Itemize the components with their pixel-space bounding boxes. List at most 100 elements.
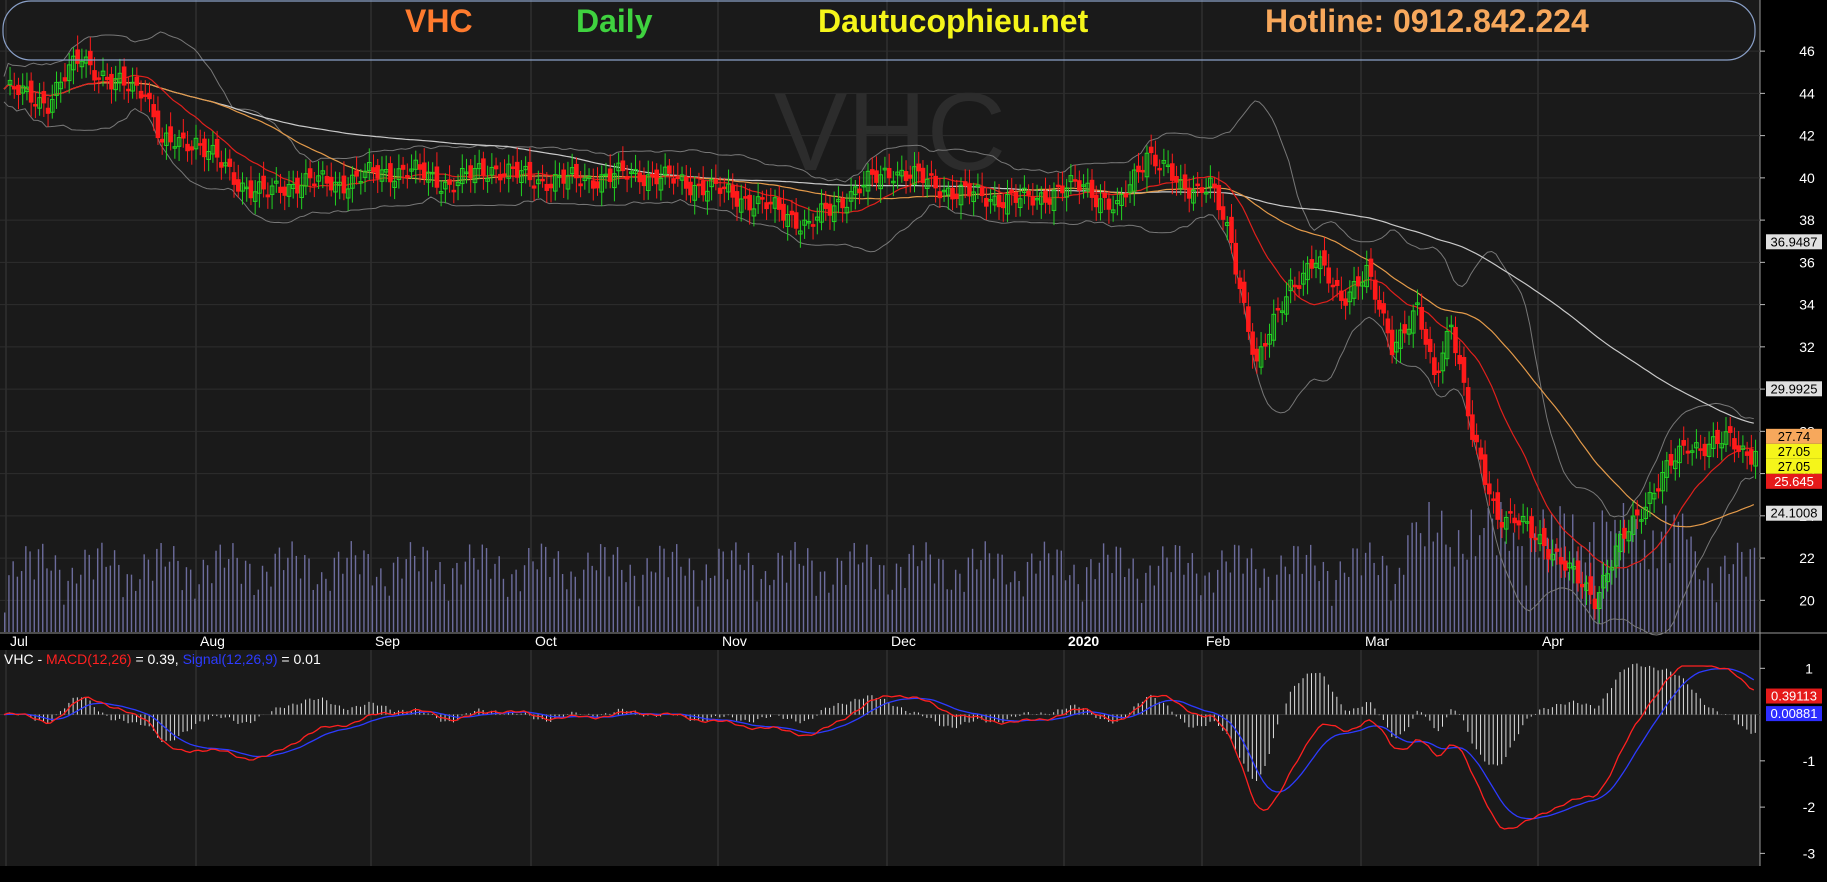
candle-body bbox=[1554, 548, 1560, 552]
volume-bar bbox=[1364, 552, 1367, 632]
volume-bar bbox=[688, 558, 691, 632]
volume-bar bbox=[329, 590, 331, 632]
candle-body bbox=[147, 92, 152, 100]
volume-bar bbox=[807, 548, 809, 632]
candle-body bbox=[1385, 318, 1391, 334]
y-tick-label: 20 bbox=[1799, 592, 1815, 608]
volume-bar bbox=[447, 600, 450, 632]
volume-bar bbox=[667, 577, 669, 632]
volume-bar bbox=[160, 543, 162, 632]
volume-bar bbox=[1297, 546, 1299, 632]
volume-bar bbox=[735, 542, 737, 632]
volume-bar bbox=[139, 579, 141, 632]
volume-bar bbox=[583, 569, 585, 632]
volume-bar bbox=[1081, 601, 1084, 632]
candle-body bbox=[202, 138, 207, 158]
volume-bar bbox=[380, 568, 382, 632]
volume-bar bbox=[1035, 573, 1037, 632]
candle-body bbox=[1339, 290, 1344, 301]
volume-bar bbox=[1305, 554, 1308, 632]
volume-bar bbox=[684, 575, 686, 632]
volume-bar bbox=[705, 564, 707, 632]
volume-bar bbox=[980, 560, 982, 632]
candle-body bbox=[434, 166, 440, 188]
y-tick-label: 44 bbox=[1799, 85, 1815, 101]
volume-bar bbox=[1474, 556, 1477, 632]
volume-bar bbox=[1102, 543, 1105, 632]
candle-body bbox=[1292, 284, 1298, 288]
candle-body bbox=[743, 196, 748, 199]
macd-panel bbox=[0, 650, 1760, 866]
volume-bar bbox=[1500, 502, 1502, 632]
volume-bar bbox=[257, 589, 259, 632]
volume-bar bbox=[1660, 531, 1663, 632]
candle-body bbox=[155, 110, 161, 139]
volume-bar bbox=[1132, 558, 1134, 632]
volume-bar bbox=[1352, 548, 1354, 632]
volume-bar bbox=[777, 552, 779, 632]
candle-body bbox=[421, 162, 427, 179]
volume-bar bbox=[228, 559, 230, 632]
candle-body bbox=[16, 84, 21, 96]
volume-bar bbox=[1584, 562, 1587, 632]
candle-body bbox=[650, 174, 655, 177]
volume-bar bbox=[287, 557, 289, 632]
volume-bar bbox=[342, 573, 344, 632]
candle-body bbox=[713, 178, 719, 184]
candle-body bbox=[328, 176, 334, 191]
volume-bar bbox=[1665, 505, 1667, 632]
candle-body bbox=[857, 188, 862, 194]
volume-bar bbox=[845, 584, 847, 632]
candle-body bbox=[1254, 348, 1260, 362]
y-tick-label: 38 bbox=[1799, 212, 1815, 228]
candle-body bbox=[1491, 498, 1496, 501]
candle-body bbox=[1102, 192, 1107, 198]
candle-body bbox=[341, 175, 347, 194]
candle-body bbox=[1681, 440, 1687, 446]
volume-bar bbox=[143, 554, 145, 632]
volume-bar bbox=[1047, 553, 1050, 632]
macd-legend-macd-label: MACD(12,26) bbox=[46, 651, 132, 667]
volume-bar bbox=[1512, 532, 1515, 632]
volume-bar bbox=[316, 584, 319, 632]
volume-bar bbox=[591, 565, 593, 632]
volume-bar bbox=[1428, 502, 1430, 632]
volume-bar bbox=[718, 548, 720, 632]
volume-bar bbox=[1407, 535, 1409, 632]
volume-bar bbox=[587, 552, 589, 632]
volume-bar bbox=[794, 541, 796, 632]
volume-bar bbox=[147, 559, 150, 632]
volume-bar bbox=[921, 560, 923, 632]
candle-body bbox=[654, 169, 659, 185]
volume-bar bbox=[401, 578, 403, 632]
macd-tick-label: -2 bbox=[1803, 799, 1816, 815]
volume-bar bbox=[900, 566, 902, 632]
volume-bar bbox=[291, 541, 293, 632]
candle-body bbox=[1432, 357, 1437, 376]
volume-bar bbox=[692, 570, 695, 632]
volume-bar bbox=[1719, 566, 1722, 632]
volume-bar bbox=[426, 550, 429, 632]
candle-body bbox=[1343, 298, 1348, 306]
candle-body bbox=[104, 76, 110, 81]
volume-bar bbox=[109, 565, 112, 632]
period-title: Daily bbox=[576, 3, 653, 39]
volume-bar bbox=[1715, 602, 1718, 632]
candle-body bbox=[231, 172, 237, 185]
volume-bar bbox=[274, 553, 276, 632]
volume-bar bbox=[870, 557, 872, 632]
volume-bar bbox=[633, 575, 636, 632]
volume-bar bbox=[1567, 571, 1570, 632]
volume-bar bbox=[1732, 564, 1735, 632]
volume-bar bbox=[925, 542, 927, 632]
volume-bar bbox=[392, 562, 395, 632]
volume-bar bbox=[8, 575, 10, 632]
volume-bar bbox=[1753, 547, 1756, 632]
volume-bar bbox=[608, 576, 610, 632]
candle-body bbox=[278, 186, 283, 193]
volume-bar bbox=[151, 580, 154, 632]
candle-body bbox=[1089, 179, 1095, 198]
y-tick-label: 34 bbox=[1799, 297, 1815, 313]
candle-body bbox=[405, 175, 410, 178]
volume-bar bbox=[266, 571, 268, 632]
